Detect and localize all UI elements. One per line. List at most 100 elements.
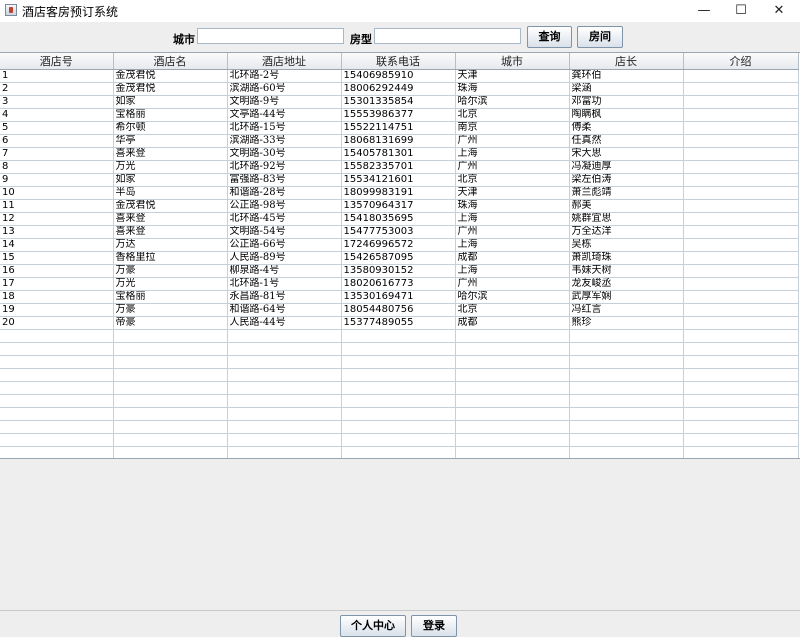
query-button[interactable]: 查询 xyxy=(527,26,572,48)
table-cell[interactable] xyxy=(569,420,684,434)
table-row[interactable] xyxy=(0,394,799,408)
table-cell[interactable]: 萧凯琦珠 xyxy=(569,251,684,265)
table-cell[interactable]: 7 xyxy=(0,147,114,161)
table-cell[interactable] xyxy=(227,329,342,343)
table-cell[interactable] xyxy=(683,82,799,96)
table-cell[interactable]: 北环路-15号 xyxy=(227,121,342,135)
table-row[interactable]: 2 金茂君悦 滨湖路-60号 18006292449 珠海 梁涵 xyxy=(0,82,799,96)
table-cell[interactable]: 3 xyxy=(0,95,114,109)
table-row[interactable] xyxy=(0,381,799,395)
table-cell[interactable] xyxy=(0,329,114,343)
table-row[interactable] xyxy=(0,420,799,434)
table-cell[interactable]: 北环路-2号 xyxy=(227,69,342,83)
table-cell[interactable]: 2 xyxy=(0,82,114,96)
table-cell[interactable] xyxy=(683,316,799,330)
table-cell[interactable]: 6 xyxy=(0,134,114,148)
table-cell[interactable] xyxy=(0,355,114,369)
table-cell[interactable]: 龚环伯 xyxy=(569,69,684,83)
table-row[interactable]: 13 喜来登 文明路-54号 15477753003 广州 万全达洋 xyxy=(0,225,799,239)
minimize-button[interactable]: — xyxy=(686,0,722,22)
table-cell[interactable]: 10 xyxy=(0,186,114,200)
table-cell[interactable] xyxy=(455,342,570,356)
table-cell[interactable] xyxy=(341,381,456,395)
table-cell[interactable] xyxy=(455,355,570,369)
table-cell[interactable]: 15418035695 xyxy=(341,212,456,226)
table-cell[interactable]: 傅柔 xyxy=(569,121,684,135)
table-cell[interactable] xyxy=(683,394,799,408)
table-row[interactable]: 10 半岛 和谐路-28号 18099983191 天津 萧兰彪靖 xyxy=(0,186,799,200)
table-cell[interactable]: 金茂君悦 xyxy=(113,199,228,213)
table-cell[interactable] xyxy=(455,394,570,408)
table-cell[interactable]: 希尔顿 xyxy=(113,121,228,135)
table-cell[interactable] xyxy=(113,446,228,458)
table-cell[interactable] xyxy=(341,446,456,458)
table-cell[interactable]: 19 xyxy=(0,303,114,317)
table-cell[interactable]: 半岛 xyxy=(113,186,228,200)
table-cell[interactable]: 16 xyxy=(0,264,114,278)
col-intro[interactable]: 介绍 xyxy=(683,53,799,70)
table-row[interactable] xyxy=(0,342,799,356)
table-cell[interactable] xyxy=(227,420,342,434)
table-cell[interactable]: 宋大思 xyxy=(569,147,684,161)
hotel-table[interactable]: 酒店号 酒店名 酒店地址 联系电话 城市 店长 介绍 1 金茂君悦 北环路-2号 15… xyxy=(0,52,800,459)
table-cell[interactable]: 香格里拉 xyxy=(113,251,228,265)
table-cell[interactable] xyxy=(683,368,799,382)
table-cell[interactable] xyxy=(683,381,799,395)
table-cell[interactable]: 如家 xyxy=(113,173,228,187)
table-cell[interactable] xyxy=(0,342,114,356)
table-cell[interactable] xyxy=(341,368,456,382)
table-cell[interactable]: 文明路-9号 xyxy=(227,95,342,109)
table-cell[interactable] xyxy=(341,420,456,434)
close-button[interactable]: ✕ xyxy=(761,0,797,22)
col-manager[interactable]: 店长 xyxy=(569,53,684,70)
table-row[interactable]: 7 喜来登 文明路-30号 15405781301 上海 宋大思 xyxy=(0,147,799,161)
table-cell[interactable]: 广州 xyxy=(455,134,570,148)
table-row[interactable]: 9 如家 富强路-83号 15534121601 北京 梁左伯涛 xyxy=(0,173,799,187)
table-cell[interactable]: 郝美 xyxy=(569,199,684,213)
table-cell[interactable]: 萧兰彪靖 xyxy=(569,186,684,200)
table-cell[interactable]: 15406985910 xyxy=(341,69,456,83)
table-cell[interactable] xyxy=(455,446,570,458)
table-cell[interactable] xyxy=(113,342,228,356)
table-row[interactable]: 3 如家 文明路-9号 15301335854 哈尔滨 邓富功 xyxy=(0,95,799,109)
table-cell[interactable]: 梁左伯涛 xyxy=(569,173,684,187)
col-phone[interactable]: 联系电话 xyxy=(341,53,456,70)
table-cell[interactable] xyxy=(683,420,799,434)
table-cell[interactable] xyxy=(683,160,799,174)
table-cell[interactable]: 17 xyxy=(0,277,114,291)
table-cell[interactable]: 15477753003 xyxy=(341,225,456,239)
table-cell[interactable]: 18006292449 xyxy=(341,82,456,96)
table-cell[interactable] xyxy=(341,394,456,408)
table-cell[interactable]: 20 xyxy=(0,316,114,330)
table-cell[interactable]: 哈尔滨 xyxy=(455,95,570,109)
table-cell[interactable] xyxy=(569,355,684,369)
city-input[interactable] xyxy=(197,28,344,44)
table-cell[interactable]: 北京 xyxy=(455,108,570,122)
table-cell[interactable] xyxy=(113,407,228,421)
table-cell[interactable]: 13570964317 xyxy=(341,199,456,213)
table-cell[interactable]: 4 xyxy=(0,108,114,122)
table-cell[interactable] xyxy=(683,199,799,213)
table-cell[interactable]: 15522114751 xyxy=(341,121,456,135)
table-cell[interactable] xyxy=(683,407,799,421)
table-cell[interactable] xyxy=(569,329,684,343)
table-cell[interactable]: 15 xyxy=(0,251,114,265)
table-row[interactable]: 19 万豪 和谐路-64号 18054480756 北京 冯红言 xyxy=(0,303,799,317)
table-cell[interactable] xyxy=(455,420,570,434)
table-cell[interactable]: 文亭路-44号 xyxy=(227,108,342,122)
table-row[interactable] xyxy=(0,446,799,458)
table-cell[interactable] xyxy=(683,342,799,356)
table-cell[interactable] xyxy=(113,420,228,434)
table-row[interactable]: 17 万光 北环路-1号 18020616773 广州 龙友峻丞 xyxy=(0,277,799,291)
table-cell[interactable] xyxy=(569,342,684,356)
table-cell[interactable]: 11 xyxy=(0,199,114,213)
table-cell[interactable] xyxy=(341,355,456,369)
table-cell[interactable]: 13580930152 xyxy=(341,264,456,278)
table-row[interactable]: 11 金茂君悦 公正路-98号 13570964317 珠海 郝美 xyxy=(0,199,799,213)
table-cell[interactable] xyxy=(683,225,799,239)
table-cell[interactable] xyxy=(0,420,114,434)
table-cell[interactable]: 冯凝迪厚 xyxy=(569,160,684,174)
table-cell[interactable] xyxy=(569,433,684,447)
table-cell[interactable] xyxy=(569,368,684,382)
table-cell[interactable] xyxy=(227,407,342,421)
